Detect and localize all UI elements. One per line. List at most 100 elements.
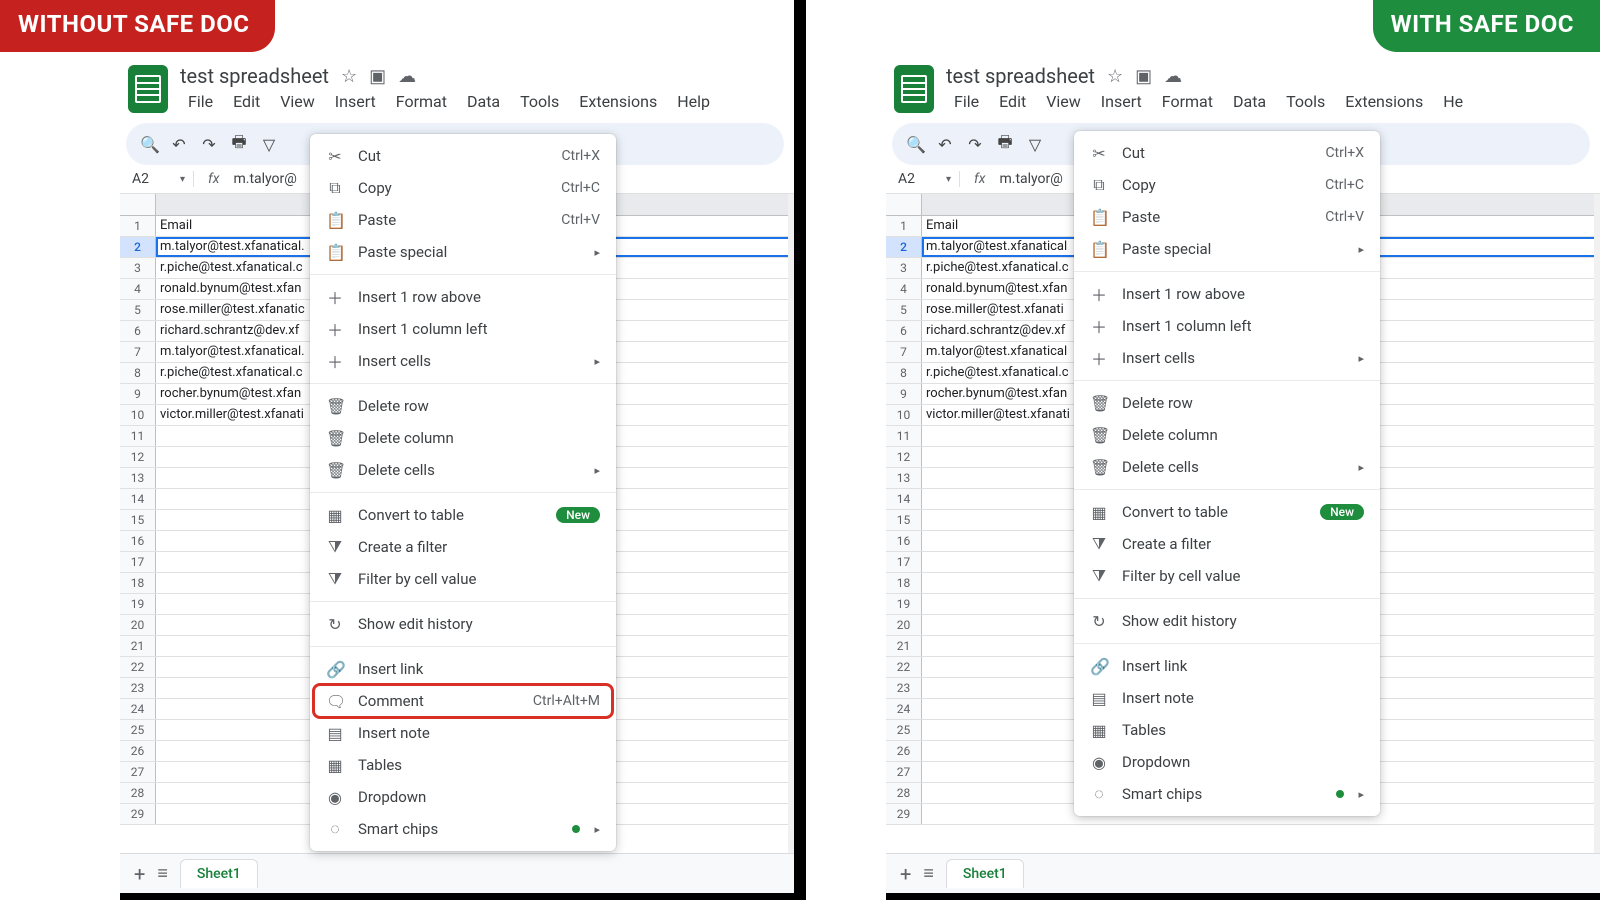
row-header[interactable]: 6 <box>120 321 156 341</box>
row-header[interactable]: 27 <box>886 762 922 782</box>
add-sheet-button[interactable]: + <box>900 862 911 886</box>
menu-item-paste[interactable]: 📋 Paste Ctrl+V <box>310 204 616 236</box>
row-header[interactable]: 17 <box>886 552 922 572</box>
row-header[interactable]: 1 <box>886 216 922 236</box>
menu-item-paste[interactable]: 📋 Paste Ctrl+V <box>1074 201 1380 233</box>
menu-view[interactable]: View <box>272 90 323 113</box>
menu-item-cut[interactable]: ✂ Cut Ctrl+X <box>1074 137 1380 169</box>
menu-item-smart-chips[interactable]: ◌ Smart chips ▸ <box>1074 778 1380 810</box>
menu-item-copy[interactable]: ⧉ Copy Ctrl+C <box>310 172 616 204</box>
menu-item-filter-by-cell-value[interactable]: ⧩ Filter by cell value <box>310 563 616 595</box>
menu-item-insert-1-column-left[interactable]: ＋ Insert 1 column left <box>310 313 616 345</box>
row-header[interactable]: 7 <box>886 342 922 362</box>
row-header[interactable]: 25 <box>886 720 922 740</box>
row-header[interactable]: 23 <box>886 678 922 698</box>
menu-item-delete-cells[interactable]: 🗑 Delete cells ▸ <box>310 454 616 486</box>
row-header[interactable]: 27 <box>120 762 156 782</box>
all-sheets-button[interactable]: ≡ <box>923 863 934 884</box>
row-header[interactable]: 1 <box>120 216 156 236</box>
row-header[interactable]: 21 <box>120 636 156 656</box>
menu-help[interactable]: Help <box>669 90 718 113</box>
undo-icon[interactable]: ↶ <box>936 135 954 154</box>
menu-item-delete-column[interactable]: 🗑 Delete column <box>1074 419 1380 451</box>
row-header[interactable]: 19 <box>886 594 922 614</box>
row-header[interactable]: 11 <box>120 426 156 446</box>
cloud-status-icon[interactable]: ☁ <box>1164 66 1182 87</box>
vertical-scrollbar[interactable] <box>1594 194 1600 860</box>
row-header[interactable]: 7 <box>120 342 156 362</box>
row-header[interactable]: 14 <box>120 489 156 509</box>
row-header[interactable]: 8 <box>886 363 922 383</box>
row-header[interactable]: 17 <box>120 552 156 572</box>
row-header[interactable]: 2 <box>120 237 156 257</box>
menu-item-delete-row[interactable]: 🗑 Delete row <box>310 390 616 422</box>
menu-item-insert-cells[interactable]: ＋ Insert cells ▸ <box>310 345 616 377</box>
row-header[interactable]: 28 <box>120 783 156 803</box>
row-header[interactable]: 2 <box>886 237 922 257</box>
document-title[interactable]: test spreadsheet <box>946 64 1095 88</box>
row-header[interactable]: 5 <box>120 300 156 320</box>
row-header[interactable]: 24 <box>120 699 156 719</box>
menu-item-convert-to-table[interactable]: ▦ Convert to table New <box>1074 496 1380 528</box>
row-header[interactable]: 13 <box>886 468 922 488</box>
paint-format-icon[interactable]: ▽ <box>1026 135 1044 154</box>
undo-icon[interactable]: ↶ <box>170 135 188 154</box>
menu-tools[interactable]: Tools <box>1278 90 1333 113</box>
row-header[interactable]: 26 <box>120 741 156 761</box>
name-box[interactable]: A2▾ <box>890 171 960 187</box>
row-header[interactable]: 25 <box>120 720 156 740</box>
menu-format[interactable]: Format <box>388 90 455 113</box>
menu-file[interactable]: File <box>180 90 221 113</box>
row-header[interactable]: 8 <box>120 363 156 383</box>
menu-view[interactable]: View <box>1038 90 1089 113</box>
menu-item-insert-1-row-above[interactable]: ＋ Insert 1 row above <box>1074 278 1380 310</box>
row-header[interactable]: 24 <box>886 699 922 719</box>
vertical-scrollbar[interactable] <box>788 194 794 860</box>
row-header[interactable]: 29 <box>886 804 922 824</box>
menu-item-dropdown[interactable]: ◉ Dropdown <box>1074 746 1380 778</box>
row-header[interactable]: 13 <box>120 468 156 488</box>
redo-icon[interactable]: ↷ <box>200 135 218 154</box>
menu-item-filter-by-cell-value[interactable]: ⧩ Filter by cell value <box>1074 560 1380 592</box>
row-header[interactable]: 4 <box>120 279 156 299</box>
search-icon[interactable]: 🔍 <box>140 135 158 154</box>
menu-extensions[interactable]: Extensions <box>571 90 665 113</box>
menu-insert[interactable]: Insert <box>1093 90 1150 113</box>
print-icon[interactable]: 🖶 <box>230 131 248 158</box>
row-header[interactable]: 22 <box>120 657 156 677</box>
row-header[interactable]: 15 <box>886 510 922 530</box>
paint-format-icon[interactable]: ▽ <box>260 135 278 154</box>
fx-value[interactable]: m.talyor@ <box>233 171 296 187</box>
menu-he[interactable]: He <box>1435 90 1471 113</box>
row-header[interactable]: 10 <box>886 405 922 425</box>
menu-edit[interactable]: Edit <box>225 90 268 113</box>
row-header[interactable]: 10 <box>120 405 156 425</box>
menu-data[interactable]: Data <box>1225 90 1274 113</box>
menu-item-delete-column[interactable]: 🗑 Delete column <box>310 422 616 454</box>
select-all-corner[interactable] <box>120 194 156 215</box>
menu-item-insert-link[interactable]: 🔗 Insert link <box>1074 650 1380 682</box>
menu-file[interactable]: File <box>946 90 987 113</box>
menu-item-show-edit-history[interactable]: ↻ Show edit history <box>310 608 616 640</box>
select-all-corner[interactable] <box>886 194 922 215</box>
row-header[interactable]: 23 <box>120 678 156 698</box>
menu-format[interactable]: Format <box>1154 90 1221 113</box>
menu-edit[interactable]: Edit <box>991 90 1034 113</box>
menu-item-insert-note[interactable]: ▤ Insert note <box>1074 682 1380 714</box>
row-header[interactable]: 9 <box>886 384 922 404</box>
move-folder-icon[interactable]: ▣ <box>369 66 386 87</box>
row-header[interactable]: 26 <box>886 741 922 761</box>
row-header[interactable]: 29 <box>120 804 156 824</box>
menu-item-convert-to-table[interactable]: ▦ Convert to table New <box>310 499 616 531</box>
row-header[interactable]: 14 <box>886 489 922 509</box>
menu-item-paste-special[interactable]: 📋 Paste special ▸ <box>1074 233 1380 265</box>
menu-extensions[interactable]: Extensions <box>1337 90 1431 113</box>
menu-item-show-edit-history[interactable]: ↻ Show edit history <box>1074 605 1380 637</box>
row-header[interactable]: 22 <box>886 657 922 677</box>
menu-item-insert-1-row-above[interactable]: ＋ Insert 1 row above <box>310 281 616 313</box>
row-header[interactable]: 12 <box>120 447 156 467</box>
all-sheets-button[interactable]: ≡ <box>157 863 168 884</box>
redo-icon[interactable]: ↷ <box>966 135 984 154</box>
row-header[interactable]: 3 <box>886 258 922 278</box>
row-header[interactable]: 18 <box>120 573 156 593</box>
